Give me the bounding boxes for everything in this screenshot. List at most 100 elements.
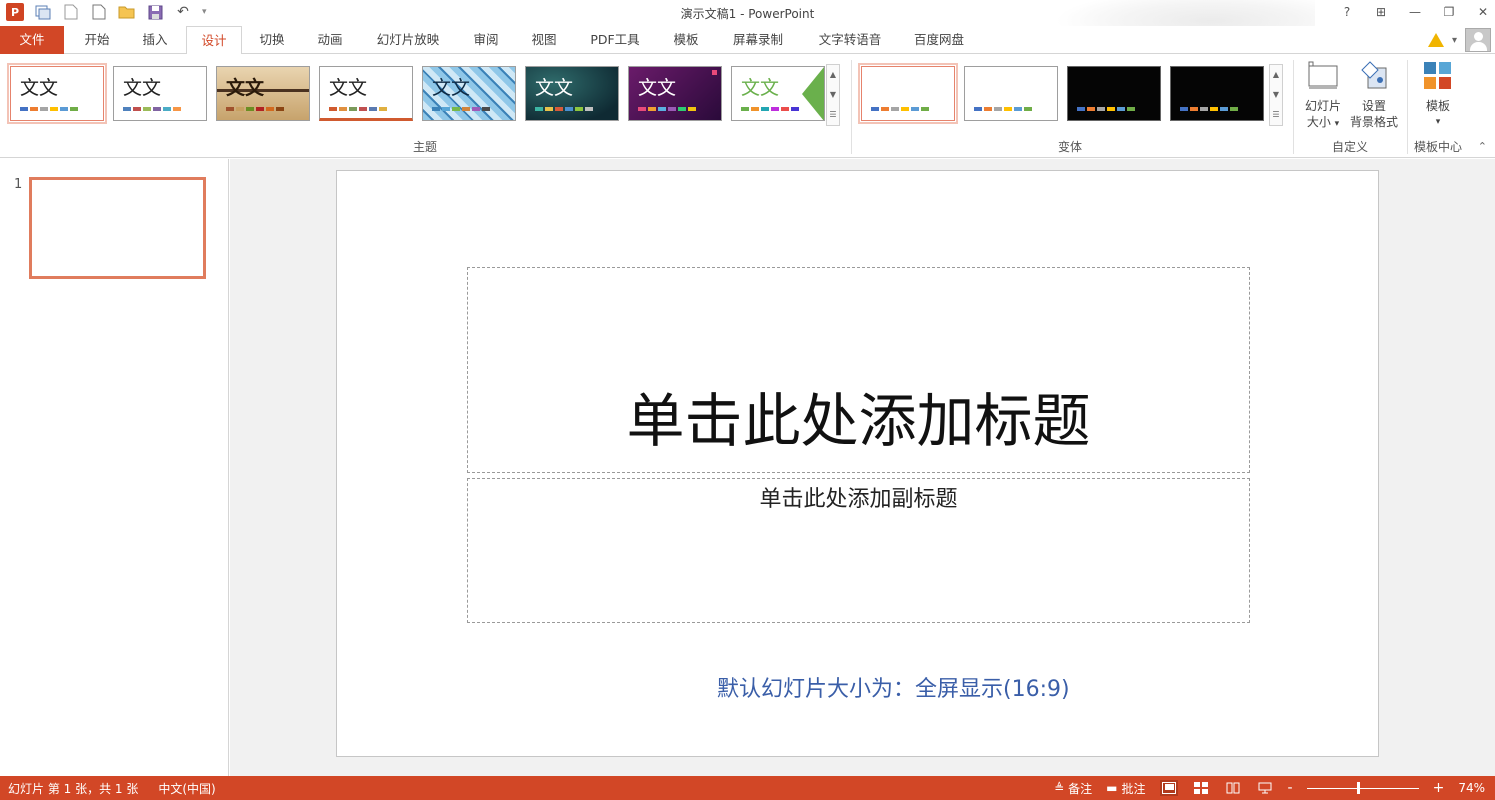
theme-2[interactable]: 文文 xyxy=(113,66,207,121)
variant-3[interactable] xyxy=(1067,66,1161,121)
tab-home[interactable]: 开始 xyxy=(72,26,122,54)
theme-7[interactable]: 文文 xyxy=(628,66,722,121)
theme-color-swatch xyxy=(266,107,274,111)
avatar[interactable] xyxy=(1465,28,1491,52)
variant-1[interactable] xyxy=(858,63,958,124)
tab-text-to-speech[interactable]: 文字转语音 xyxy=(806,26,894,54)
tab-view[interactable]: 视图 xyxy=(518,26,570,54)
variant-color-swatch xyxy=(1077,107,1085,111)
template-icon xyxy=(1422,60,1454,92)
tab-review[interactable]: 审阅 xyxy=(460,26,512,54)
theme-color-bars xyxy=(20,107,78,111)
theme-3[interactable]: 文文 xyxy=(216,66,310,121)
restore-button[interactable]: ❐ xyxy=(1441,2,1457,22)
theme-color-swatch xyxy=(432,107,440,111)
variant-color-swatch xyxy=(984,107,992,111)
collapse-ribbon-icon[interactable]: ⌃ xyxy=(1478,140,1487,153)
theme-chevron xyxy=(802,67,824,120)
format-background-button[interactable]: 设置 背景格式 xyxy=(1346,60,1402,130)
zoom-out-button[interactable]: - xyxy=(1288,780,1293,796)
warning-dropdown-icon[interactable]: ▾ xyxy=(1452,35,1457,46)
variant-4[interactable] xyxy=(1170,66,1264,121)
tab-design[interactable]: 设计 xyxy=(186,26,242,55)
theme-5[interactable]: 文文 xyxy=(422,66,516,121)
gallery-down-icon[interactable]: ▼ xyxy=(830,85,836,105)
help-icon[interactable]: ? xyxy=(1339,2,1355,22)
theme-6[interactable]: 文文 xyxy=(525,66,619,121)
reading-view-icon[interactable] xyxy=(1224,780,1242,796)
theme-color-swatch xyxy=(791,107,799,111)
theme-color-swatch xyxy=(761,107,769,111)
gallery-more-icon[interactable]: ☰ xyxy=(1272,105,1279,125)
theme-sample-text: 文文 xyxy=(226,77,265,99)
template-group-label: 模板中心 xyxy=(1413,140,1462,154)
zoom-level[interactable]: 74% xyxy=(1458,781,1485,795)
language-status[interactable]: 中文(中国) xyxy=(158,780,215,797)
theme-color-swatch xyxy=(648,107,656,111)
theme-color-bars xyxy=(432,107,490,111)
theme-color-bars xyxy=(329,107,387,111)
theme-color-swatch xyxy=(276,107,284,111)
variant-color-swatch xyxy=(1097,107,1105,111)
tab-transitions[interactable]: 切换 xyxy=(246,26,298,54)
slide-thumbnail[interactable] xyxy=(29,177,206,279)
tab-pdf-tools[interactable]: PDF工具 xyxy=(578,26,652,54)
gallery-up-icon[interactable]: ▲ xyxy=(830,65,836,85)
theme-office[interactable]: 文文 xyxy=(7,63,107,124)
slide-sorter-view-icon[interactable] xyxy=(1192,780,1210,796)
template-button[interactable]: 模板 ▾ xyxy=(1412,60,1464,130)
slide-size-button[interactable]: 幻灯片 大小 ▾ xyxy=(1296,60,1350,132)
notes-label: 备注 xyxy=(1068,781,1093,796)
tab-animations[interactable]: 动画 xyxy=(304,26,356,54)
theme-color-swatch xyxy=(359,107,367,111)
theme-color-bars xyxy=(638,107,696,111)
variant-color-swatch xyxy=(911,107,919,111)
theme-sample-text: 文文 xyxy=(638,77,677,99)
close-button[interactable]: ✕ xyxy=(1475,2,1491,22)
theme-sample-text: 文文 xyxy=(123,77,162,99)
theme-color-swatch xyxy=(20,107,28,111)
slide-number: 1 xyxy=(14,177,23,192)
variants-gallery-scroll[interactable]: ▲ ▼ ☰ xyxy=(1269,64,1283,126)
theme-8[interactable]: 文文 xyxy=(731,66,825,121)
theme-color-swatch xyxy=(472,107,480,111)
variant-2[interactable] xyxy=(964,66,1058,121)
slide-size-label-1: 幻灯片 xyxy=(1304,99,1341,113)
status-left: 幻灯片 第 1 张，共 1 张 中文(中国) xyxy=(8,780,216,797)
bg-format-label-2: 背景格式 xyxy=(1349,115,1398,129)
theme-sample-text: 文文 xyxy=(741,77,780,99)
zoom-in-button[interactable]: + xyxy=(1433,780,1445,796)
ribbon-display-options-icon[interactable]: ⊞ xyxy=(1373,2,1389,22)
gallery-more-icon[interactable]: ☰ xyxy=(829,105,836,125)
variant-color-swatch xyxy=(1004,107,1012,111)
normal-view-icon[interactable] xyxy=(1159,780,1178,796)
tab-file[interactable]: 文件 xyxy=(0,26,64,54)
comments-button[interactable]: ▬ 批注 xyxy=(1106,780,1145,797)
subtitle-placeholder[interactable]: 单击此处添加副标题 xyxy=(467,478,1250,623)
theme-color-swatch xyxy=(535,107,543,111)
template-dropdown-icon: ▾ xyxy=(1435,117,1441,127)
tab-insert[interactable]: 插入 xyxy=(130,26,180,54)
slideshow-view-icon[interactable] xyxy=(1256,780,1274,796)
notes-button[interactable]: ≜ 备注 xyxy=(1054,780,1092,797)
gallery-up-icon[interactable]: ▲ xyxy=(1273,65,1279,85)
tab-screen-recording[interactable]: 屏幕录制 xyxy=(720,26,796,54)
title-placeholder[interactable]: 单击此处添加标题 xyxy=(467,267,1250,473)
variant-color-swatch xyxy=(1087,107,1095,111)
theme-color-swatch xyxy=(462,107,470,111)
tab-baidu-netdisk[interactable]: 百度网盘 xyxy=(902,26,976,54)
zoom-slider[interactable] xyxy=(1306,781,1419,795)
themes-gallery-scroll[interactable]: ▲ ▼ ☰ xyxy=(826,64,840,126)
minimize-button[interactable]: — xyxy=(1407,2,1423,22)
variant-color-swatch xyxy=(881,107,889,111)
comments-label: 批注 xyxy=(1121,781,1146,796)
gallery-down-icon[interactable]: ▼ xyxy=(1273,85,1279,105)
slide-size-annotation: 默认幻灯片大小为：全屏显示(16:9) xyxy=(717,677,1070,702)
theme-4[interactable]: 文文 xyxy=(319,66,413,121)
warning-icon[interactable] xyxy=(1427,33,1444,47)
variant-color-swatch xyxy=(1180,107,1188,111)
tab-slideshow[interactable]: 幻灯片放映 xyxy=(366,26,450,54)
tab-templates[interactable]: 模板 xyxy=(660,26,712,54)
variant-color-swatch xyxy=(1220,107,1228,111)
zoom-slider-thumb[interactable] xyxy=(1356,782,1360,794)
